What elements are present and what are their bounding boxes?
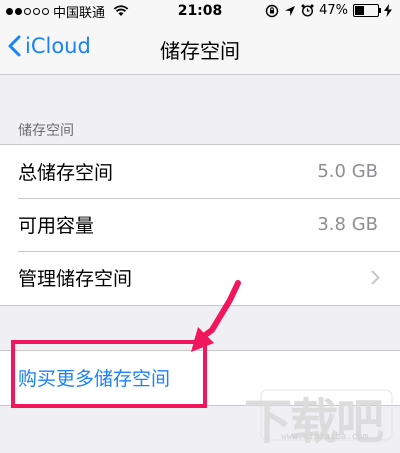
buy-storage-group: 购买更多储存空间 — [0, 350, 400, 406]
chevron-left-icon — [8, 35, 21, 57]
location-icon — [285, 5, 296, 16]
manage-storage-row[interactable]: 管理储存空间 — [0, 251, 400, 304]
storage-group: 总储存空间 5.0 GB 可用容量 3.8 GB 管理储存空间 — [0, 144, 400, 306]
back-button-label: iCloud — [25, 34, 91, 58]
buy-more-storage-label: 购买更多储存空间 — [18, 368, 171, 390]
total-storage-value: 5.0 GB — [317, 161, 378, 182]
buy-more-storage-button[interactable]: 购买更多储存空间 — [0, 351, 400, 404]
manage-storage-label: 管理储存空间 — [18, 268, 133, 290]
status-right: 47% — [265, 3, 392, 18]
back-button[interactable]: iCloud — [8, 34, 91, 58]
battery-icon — [353, 4, 381, 17]
battery-fill — [355, 6, 364, 15]
alarm-icon — [301, 4, 314, 17]
section-header: 储存空间 — [18, 123, 74, 139]
navigation-bar: iCloud 储存空间 — [0, 22, 400, 75]
status-bar: 中国联通 21:08 47% — [0, 0, 400, 22]
total-storage-row: 总储存空间 5.0 GB — [0, 145, 400, 198]
total-storage-label: 总储存空间 — [18, 162, 114, 184]
rotation-lock-icon — [265, 4, 279, 17]
battery-nub — [379, 8, 381, 13]
available-storage-label: 可用容量 — [18, 215, 95, 237]
available-storage-row: 可用容量 3.8 GB — [0, 198, 400, 251]
battery-percent: 47% — [319, 3, 348, 18]
charging-bolt-icon — [384, 4, 392, 17]
watermark-url: www.xiazaiba.com — [281, 432, 368, 442]
available-storage-value: 3.8 GB — [317, 214, 378, 235]
chevron-right-icon — [371, 270, 380, 285]
